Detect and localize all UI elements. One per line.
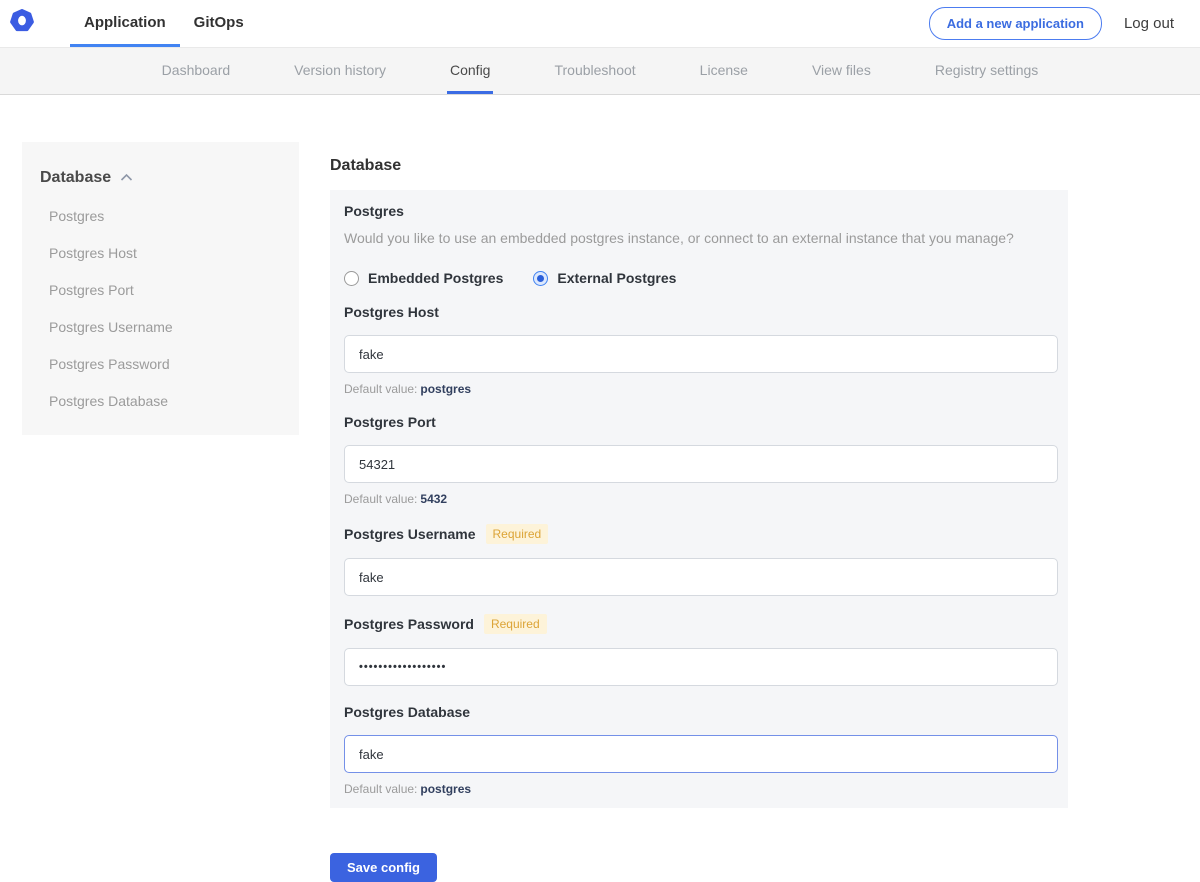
tab-gitops-label: GitOps — [194, 14, 244, 31]
radio-unselected-icon — [344, 271, 359, 286]
default-value: postgres — [420, 782, 471, 796]
top-nav: Application GitOps Add a new application… — [0, 0, 1200, 48]
tab-troubleshoot[interactable]: Troubleshoot — [551, 48, 638, 94]
sidebar-group-label: Database — [40, 169, 111, 187]
sidebar-item-postgres-host[interactable]: Postgres Host — [49, 245, 279, 261]
config-page: Database Postgres Postgres Host Postgres… — [0, 95, 1200, 873]
tab-version-history[interactable]: Version history — [291, 48, 389, 94]
postgres-host-default: Default value:postgres — [344, 382, 1056, 396]
tab-dashboard[interactable]: Dashboard — [159, 48, 234, 94]
chevron-up-icon — [120, 169, 133, 187]
app-logo-icon — [10, 9, 34, 38]
default-value: 5432 — [420, 492, 447, 506]
default-label: Default value: — [344, 782, 417, 796]
postgres-database-label: Postgres Database — [344, 704, 470, 721]
postgres-password-input[interactable] — [344, 648, 1058, 686]
add-application-button[interactable]: Add a new application — [929, 7, 1102, 40]
field-postgres-host: Postgres Host Default value:postgres — [344, 304, 1056, 396]
tab-application[interactable]: Application — [70, 0, 180, 47]
radio-dot — [537, 275, 544, 282]
postgres-port-input[interactable] — [344, 445, 1058, 483]
postgres-help-text: Would you like to use an embedded postgr… — [344, 230, 1056, 247]
primary-tabs: Application GitOps — [70, 0, 258, 47]
app-sub-nav: Dashboard Version history Config Trouble… — [0, 48, 1200, 95]
field-postgres-password: Postgres Password Required — [344, 614, 1056, 686]
radio-external-postgres[interactable]: External Postgres — [533, 270, 676, 286]
top-nav-right: Add a new application Log out — [929, 0, 1174, 47]
default-label: Default value: — [344, 382, 417, 396]
tab-application-label: Application — [84, 14, 166, 31]
tab-gitops[interactable]: GitOps — [180, 0, 258, 47]
required-badge: Required — [484, 614, 547, 634]
radio-embedded-label: Embedded Postgres — [368, 270, 503, 286]
postgres-host-label: Postgres Host — [344, 304, 439, 321]
field-postgres-port: Postgres Port Default value:5432 — [344, 414, 1056, 506]
app-logo[interactable] — [10, 0, 48, 47]
required-badge: Required — [486, 524, 549, 544]
sidebar-item-list: Postgres Postgres Host Postgres Port Pos… — [40, 208, 279, 409]
database-config-panel: Postgres Would you like to use an embedd… — [330, 190, 1068, 808]
sidebar-item-postgres[interactable]: Postgres — [49, 208, 279, 224]
field-postgres-database: Postgres Database Default value:postgres — [344, 704, 1056, 796]
config-main: Database Postgres Would you like to use … — [330, 144, 1068, 882]
postgres-password-label: Postgres Password — [344, 616, 474, 633]
postgres-mode-radio-group: Embedded Postgres External Postgres — [344, 270, 1056, 286]
radio-embedded-postgres[interactable]: Embedded Postgres — [344, 270, 503, 286]
postgres-port-default: Default value:5432 — [344, 492, 1056, 506]
logout-link[interactable]: Log out — [1124, 15, 1174, 32]
tab-config[interactable]: Config — [447, 48, 493, 94]
save-config-button[interactable]: Save config — [330, 853, 437, 882]
sidebar-item-postgres-username[interactable]: Postgres Username — [49, 319, 279, 335]
default-value: postgres — [420, 382, 471, 396]
radio-external-label: External Postgres — [557, 270, 676, 286]
default-label: Default value: — [344, 492, 417, 506]
postgres-group-label: Postgres — [344, 203, 1056, 220]
tab-license[interactable]: License — [697, 48, 751, 94]
config-sidebar: Database Postgres Postgres Host Postgres… — [22, 142, 299, 435]
sidebar-item-postgres-port[interactable]: Postgres Port — [49, 282, 279, 298]
sidebar-item-postgres-database[interactable]: Postgres Database — [49, 393, 279, 409]
postgres-host-input[interactable] — [344, 335, 1058, 373]
tab-registry-settings[interactable]: Registry settings — [932, 48, 1041, 94]
postgres-database-default: Default value:postgres — [344, 782, 1056, 796]
sidebar-group-database[interactable]: Database — [40, 169, 279, 187]
postgres-username-label: Postgres Username — [344, 526, 476, 543]
sidebar-item-postgres-password[interactable]: Postgres Password — [49, 356, 279, 372]
postgres-port-label: Postgres Port — [344, 414, 436, 431]
field-postgres-username: Postgres Username Required — [344, 524, 1056, 596]
section-title: Database — [330, 157, 1068, 175]
tab-view-files[interactable]: View files — [809, 48, 874, 94]
radio-selected-icon — [533, 271, 548, 286]
postgres-username-input[interactable] — [344, 558, 1058, 596]
postgres-database-input[interactable] — [344, 735, 1058, 773]
